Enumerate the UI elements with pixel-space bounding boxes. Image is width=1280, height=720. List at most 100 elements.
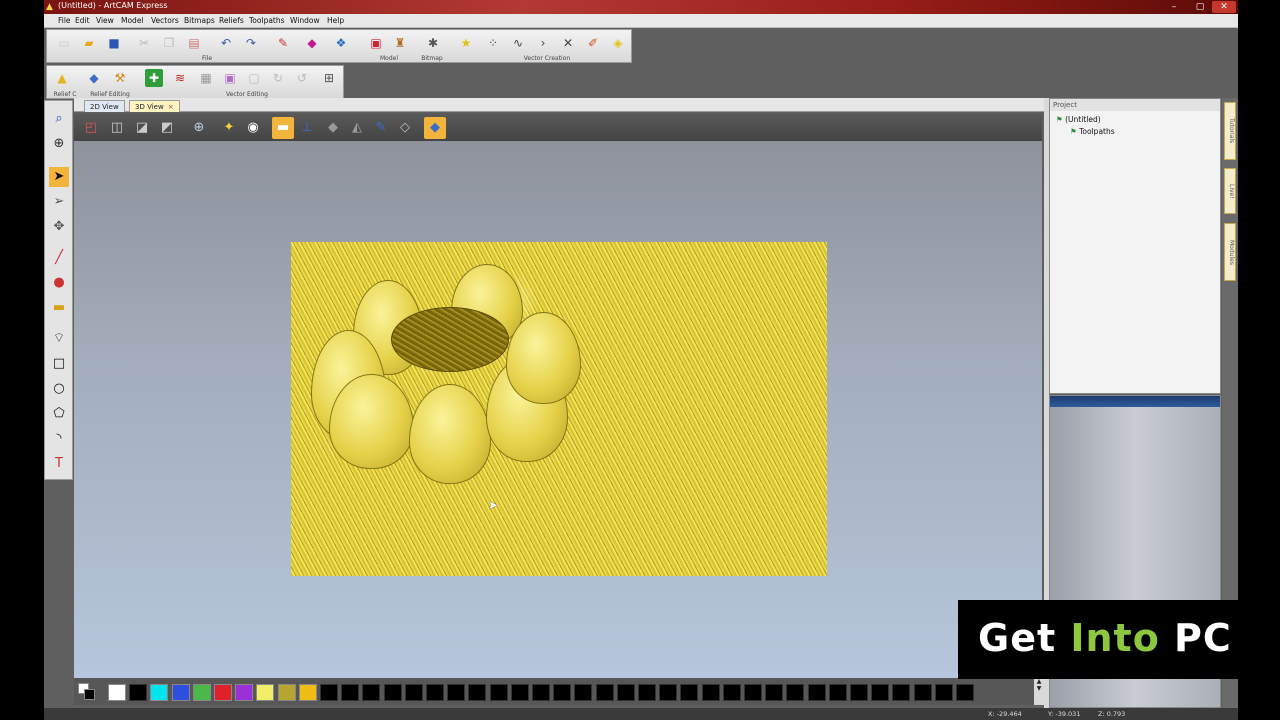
menu-bitmaps[interactable]: Bitmaps bbox=[184, 16, 215, 25]
menu-toolpaths[interactable]: Toolpaths bbox=[249, 16, 285, 25]
toolpath-preview-icon[interactable]: ✎ bbox=[370, 117, 392, 139]
front-view-icon[interactable]: ◫ bbox=[106, 117, 128, 139]
side-view-icon[interactable]: ◪ bbox=[131, 117, 153, 139]
colour-swatch[interactable] bbox=[468, 684, 487, 701]
cut-icon[interactable]: ✂ bbox=[135, 34, 153, 52]
colour-swatch[interactable] bbox=[828, 684, 847, 701]
artcam-app-icon[interactable]: ▲ bbox=[46, 2, 56, 12]
model-resize-icon[interactable]: ♜ bbox=[391, 34, 409, 52]
bitmap-icon[interactable]: ✱ bbox=[424, 34, 442, 52]
maximize-button[interactable]: ▢ bbox=[1188, 1, 1212, 13]
colour-swatch[interactable] bbox=[108, 684, 126, 701]
colour-swatch[interactable] bbox=[616, 684, 635, 701]
menu-help[interactable]: Help bbox=[327, 16, 344, 25]
save-icon[interactable]: ■ bbox=[105, 34, 123, 52]
polyline-icon[interactable]: ⌔ bbox=[49, 329, 69, 349]
colour-swatch[interactable] bbox=[680, 684, 699, 701]
colour-swatch[interactable] bbox=[214, 684, 232, 701]
node-select-icon[interactable]: ➢ bbox=[49, 192, 69, 212]
colour-swatch[interactable] bbox=[934, 684, 953, 701]
pencil-check-icon[interactable]: ✎ bbox=[274, 34, 292, 52]
close-button[interactable]: ✕ bbox=[1212, 1, 1236, 13]
iso-view-icon[interactable]: ◰ bbox=[80, 117, 102, 139]
colour-swatch[interactable] bbox=[426, 684, 444, 701]
redo-icon[interactable]: ↷ bbox=[242, 34, 260, 52]
menu-file[interactable]: File bbox=[58, 16, 71, 25]
model-size-icon[interactable]: ▣ bbox=[367, 34, 385, 52]
menu-model[interactable]: Model bbox=[121, 16, 144, 25]
menu-window[interactable]: Window bbox=[290, 16, 320, 25]
colour-swatch[interactable] bbox=[701, 684, 720, 701]
top-view-icon[interactable]: ◩ bbox=[156, 117, 178, 139]
project-tree-item-untitled[interactable]: ⚑ (Untitled) bbox=[1056, 115, 1101, 124]
vector-wave-icon[interactable]: ≋ bbox=[171, 69, 189, 87]
vector-offset-icon[interactable]: ▢ bbox=[245, 69, 263, 87]
colour-swatch[interactable] bbox=[553, 684, 572, 701]
colour-swatch[interactable] bbox=[150, 684, 169, 701]
colour-swatch[interactable] bbox=[129, 684, 148, 701]
colour-swatch[interactable] bbox=[447, 684, 466, 701]
vector-group-icon[interactable]: ▦ bbox=[197, 69, 215, 87]
light-icon[interactable]: ✦ bbox=[218, 117, 240, 139]
colour-swatch[interactable] bbox=[277, 684, 296, 701]
vector-select-icon[interactable]: ▣ bbox=[221, 69, 239, 87]
colour-swatch[interactable] bbox=[341, 684, 360, 701]
colour-swatch[interactable] bbox=[235, 684, 254, 701]
undo-icon[interactable]: ↶ bbox=[217, 34, 235, 52]
colour-swatch[interactable] bbox=[638, 684, 656, 701]
colour-swatch[interactable] bbox=[192, 684, 211, 701]
zoom-3d-icon[interactable]: ⊕ bbox=[188, 117, 210, 139]
menu-edit[interactable]: Edit bbox=[75, 16, 90, 25]
colour-swatch[interactable] bbox=[256, 684, 275, 701]
zoom-icon[interactable]: ⌕ bbox=[49, 109, 69, 129]
vector-rotate-icon[interactable]: ↻ bbox=[269, 69, 287, 87]
wire-icon[interactable]: ◭ bbox=[346, 117, 368, 139]
minimize-button[interactable]: – bbox=[1162, 1, 1186, 13]
colour-swatch[interactable] bbox=[722, 684, 741, 701]
layers-icon[interactable]: ❖ bbox=[332, 34, 350, 52]
colour-swatch[interactable] bbox=[298, 684, 317, 701]
circle-icon[interactable]: ○ bbox=[49, 379, 69, 399]
tab-tutorials[interactable]: Tutorials bbox=[1224, 102, 1236, 160]
vector-shape-icon[interactable]: ◈ bbox=[609, 34, 627, 52]
star-vector-icon[interactable]: ★ bbox=[457, 34, 475, 52]
axis-icon[interactable]: ⊥ bbox=[296, 117, 318, 139]
select-arrow-icon[interactable]: ➤ bbox=[49, 167, 69, 187]
colour-relief-icon[interactable]: ◆ bbox=[424, 117, 446, 139]
new-file-icon[interactable]: ▭ bbox=[55, 34, 73, 52]
project-tree-item-toolpaths[interactable]: ⚑ Toolpaths bbox=[1070, 127, 1115, 136]
dotted-vector-icon[interactable]: ⁘ bbox=[484, 34, 502, 52]
colour-swatch[interactable] bbox=[765, 684, 784, 701]
material-icon[interactable]: ◇ bbox=[394, 117, 416, 139]
3d-viewport[interactable]: ➤ bbox=[74, 141, 1042, 678]
colour-swatch[interactable] bbox=[320, 684, 338, 701]
colour-swatch[interactable] bbox=[659, 684, 678, 701]
colour-swatch[interactable] bbox=[489, 684, 508, 701]
palette-scrollbar[interactable]: ▲ ▼ bbox=[1034, 678, 1044, 705]
curve-vector-icon[interactable]: ∿ bbox=[509, 34, 527, 52]
colour-swatch[interactable] bbox=[744, 684, 762, 701]
colour-swatch[interactable] bbox=[786, 684, 805, 701]
arc-icon[interactable]: ◝ bbox=[49, 429, 69, 449]
colour-swatch[interactable] bbox=[574, 684, 593, 701]
tab-live[interactable]: Live! bbox=[1224, 168, 1236, 214]
colour-swatch[interactable] bbox=[871, 684, 890, 701]
vector-add-icon[interactable]: ✚ bbox=[145, 69, 163, 87]
tab-modules[interactable]: Modules bbox=[1224, 223, 1236, 281]
vector-mirror-icon[interactable]: ↺ bbox=[293, 69, 311, 87]
tab-2d-view[interactable]: 2D View bbox=[84, 100, 125, 112]
secondary-colour[interactable] bbox=[84, 689, 95, 700]
color-fill-icon[interactable]: ● bbox=[49, 273, 69, 293]
paste-icon[interactable]: ▤ bbox=[185, 34, 203, 52]
line-pencil-icon[interactable]: ╱ bbox=[49, 248, 69, 268]
arrow-vector-icon[interactable]: › bbox=[534, 34, 552, 52]
polygon-icon[interactable]: ⬠ bbox=[49, 404, 69, 424]
rectangle-icon[interactable]: □ bbox=[49, 354, 69, 374]
open-folder-icon[interactable]: ▰ bbox=[80, 34, 98, 52]
colour-swatch[interactable] bbox=[913, 684, 932, 701]
colour-swatch[interactable] bbox=[404, 684, 423, 701]
relief-edit-icon[interactable]: ◆ bbox=[85, 69, 103, 87]
menu-view[interactable]: View bbox=[96, 16, 114, 25]
colour-swatch[interactable] bbox=[807, 684, 826, 701]
relief-create-icon[interactable]: ▲ bbox=[53, 69, 71, 87]
